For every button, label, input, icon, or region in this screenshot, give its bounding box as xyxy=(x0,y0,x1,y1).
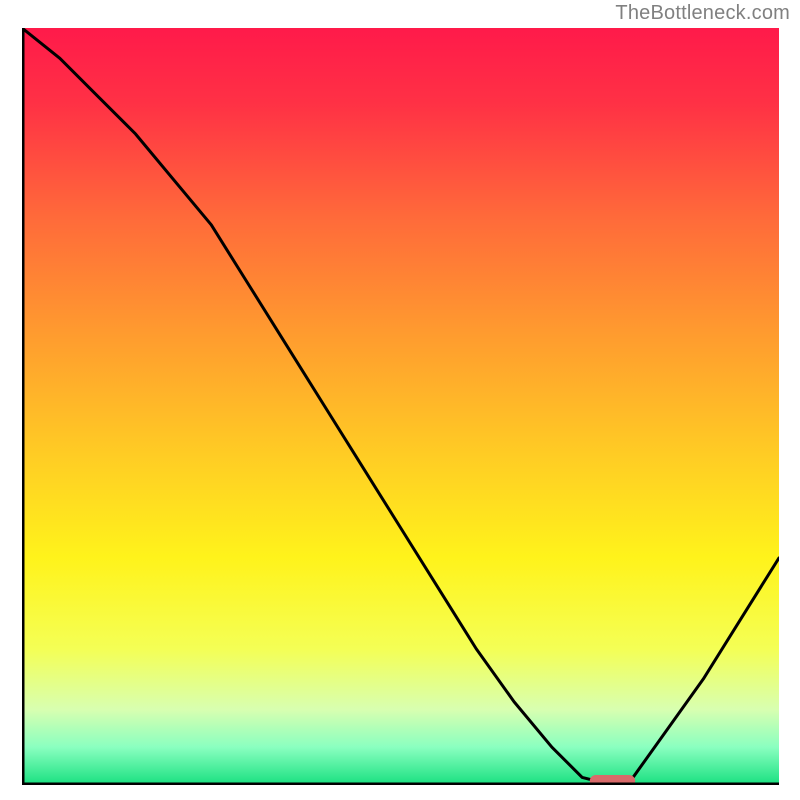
chart-background-gradient xyxy=(22,28,779,785)
chart-svg xyxy=(22,28,779,785)
watermark-text: TheBottleneck.com xyxy=(615,2,790,25)
bottleneck-curve-chart xyxy=(22,28,779,785)
